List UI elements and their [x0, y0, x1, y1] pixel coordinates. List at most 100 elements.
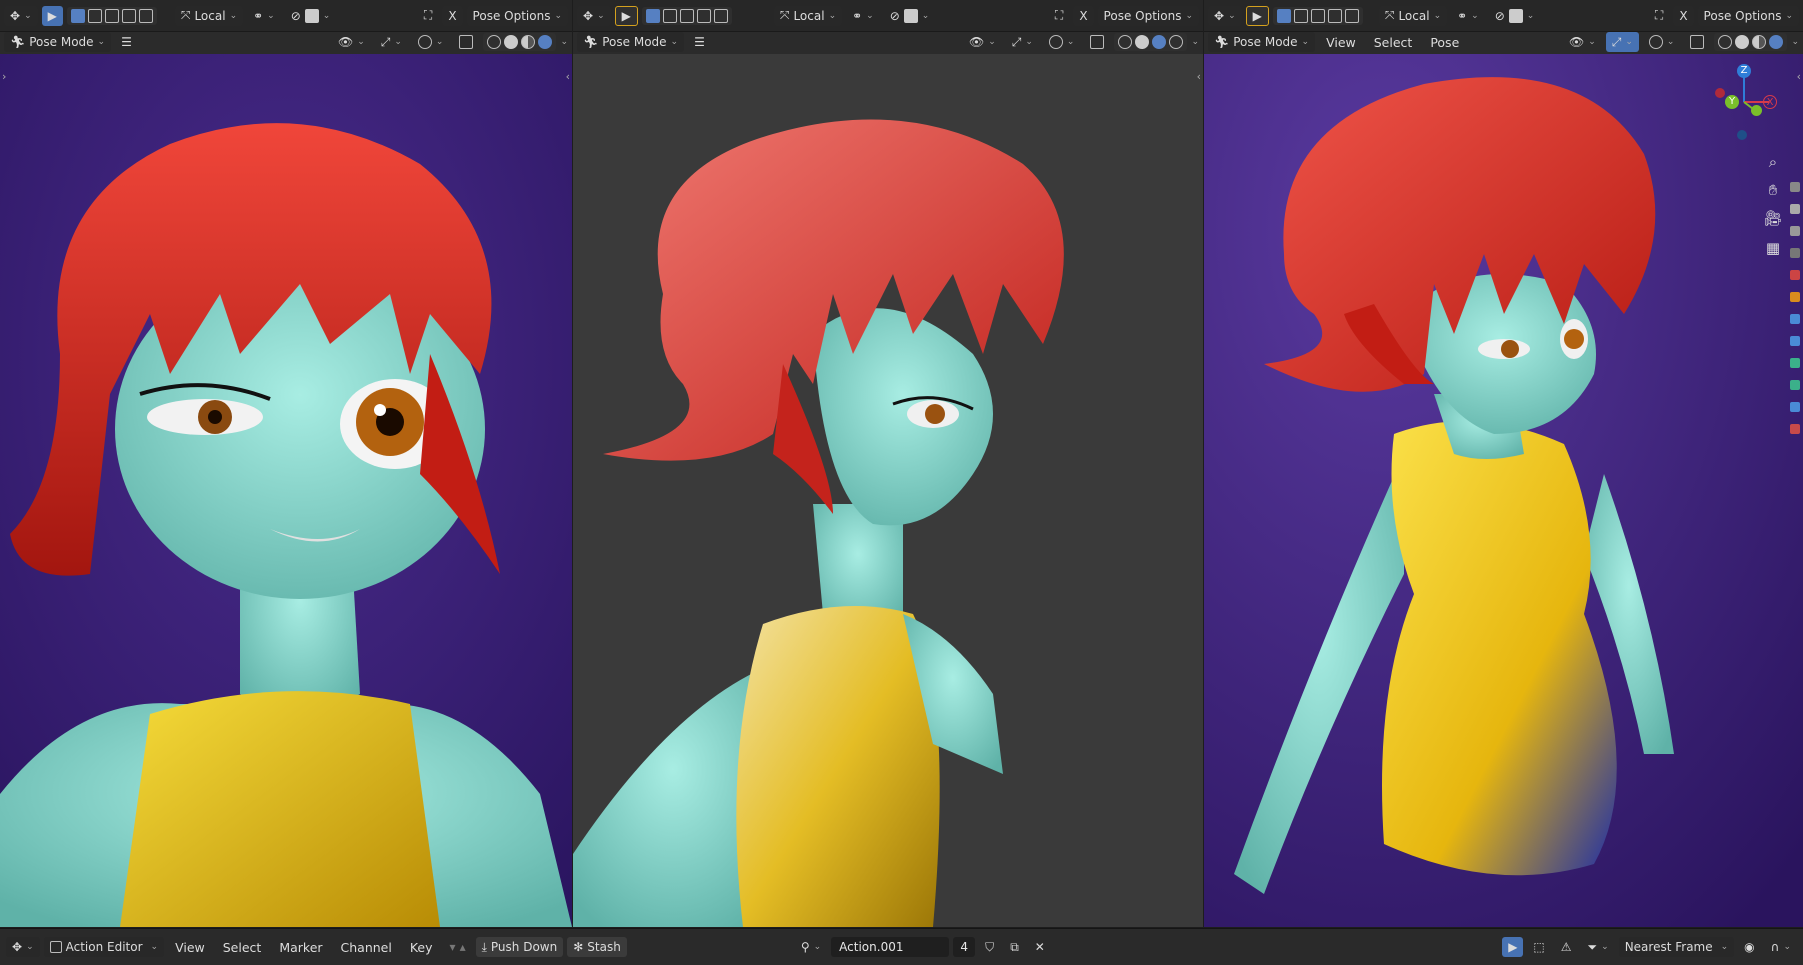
select-extend-icon[interactable]	[662, 8, 677, 23]
xray-shading-toggle[interactable]	[453, 32, 479, 52]
menu-collapse-button[interactable]: ☰	[688, 32, 711, 52]
shading-material-icon[interactable]	[521, 35, 536, 49]
navigation-gizmo[interactable]: Z X Y	[1707, 60, 1781, 144]
action-browse-button[interactable]: ⚲ ⌄	[795, 937, 827, 957]
bone-tab-icon[interactable]	[1790, 380, 1800, 390]
xray-toggle[interactable]: ⛶	[418, 6, 438, 26]
scene-tab-icon[interactable]	[1790, 270, 1800, 280]
visibility-dropdown[interactable]: 👁︎ ⌄	[1563, 32, 1602, 52]
fake-user-toggle[interactable]: ⛉	[979, 937, 1000, 957]
xray-toggle[interactable]: ⛶	[1049, 6, 1069, 26]
only-errors-toggle[interactable]: ⚠	[1555, 937, 1578, 957]
unlink-action-button[interactable]: ✕	[1029, 937, 1051, 957]
gizmo-x-axis[interactable]: X	[1763, 95, 1777, 109]
transform-orientation-dropdown[interactable]: ⤧ Local ⌄	[773, 5, 843, 26]
menu-view[interactable]: View	[168, 940, 212, 955]
transform-orientation-dropdown[interactable]: ⤧ Local ⌄	[1378, 5, 1448, 26]
select-subtract-icon[interactable]	[104, 8, 119, 23]
camera-icon[interactable]: 🎥︎	[1761, 206, 1785, 230]
select-extend-icon[interactable]	[1293, 8, 1308, 23]
select-invert-icon[interactable]	[696, 8, 711, 23]
mode-dropdown[interactable]: 🏃︎ Pose Mode ⌄	[577, 32, 685, 52]
view-layer-tab-icon[interactable]	[1790, 248, 1800, 258]
overlay-dropdown[interactable]: ⌄	[1043, 32, 1081, 52]
only-selected-toggle[interactable]: ▶	[1502, 937, 1524, 957]
menu-pose[interactable]: Pose	[1423, 35, 1466, 50]
snap-toggle[interactable]: ⊘ ⌄	[1489, 6, 1541, 26]
viewport-render[interactable]	[573, 54, 1203, 927]
menu-marker[interactable]: Marker	[272, 940, 329, 955]
overlay-dropdown[interactable]: ⌄	[412, 32, 450, 52]
proportional-edit-toggle[interactable]: ◉	[1738, 937, 1760, 957]
pose-options-dropdown[interactable]: Pose Options ⌄	[466, 5, 568, 26]
shading-wireframe-icon[interactable]	[487, 35, 502, 49]
select-subtract-icon[interactable]	[1310, 8, 1325, 23]
snap-toggle[interactable]: ⊘ ⌄	[884, 6, 936, 26]
gizmo-neg-y-axis[interactable]	[1751, 105, 1762, 116]
stash-button[interactable]: ✻ Stash	[567, 937, 627, 957]
shading-rendered-icon[interactable]	[1769, 35, 1784, 49]
menu-select[interactable]: Select	[216, 940, 269, 955]
pivot-dropdown[interactable]: ⚭ ⌄	[1451, 6, 1485, 26]
viewport-left[interactable]: ✥ ⌄ ▶ ⤧ Local ⌄ ⚭ ⌄ ⊘ ⌄ ⛶ X Pose Options ⌄ 🏃︎ P…	[0, 0, 572, 927]
gizmo-neg-x-axis[interactable]	[1715, 88, 1725, 98]
gizmo-dropdown[interactable]: ⤢ ⌄	[375, 32, 408, 52]
action-users-count[interactable]: 4	[953, 937, 976, 957]
viewport-render[interactable]	[0, 54, 572, 927]
mode-dropdown[interactable]: 🏃︎ Pose Mode ⌄	[4, 32, 112, 52]
gizmo-neg-z-axis[interactable]	[1737, 130, 1747, 140]
shading-wireframe-icon[interactable]	[1118, 35, 1133, 49]
xray-shading-toggle[interactable]	[1084, 32, 1110, 52]
xray-toggle[interactable]: ⛶	[1649, 6, 1669, 26]
select-extend-icon[interactable]	[87, 8, 102, 23]
visibility-dropdown[interactable]: 👁︎ ⌄	[963, 32, 1002, 52]
gizmo-y-axis[interactable]: Y	[1725, 95, 1739, 109]
editor-mode-dropdown[interactable]: Action Editor ⌄	[43, 937, 165, 957]
menu-channel[interactable]: Channel	[334, 940, 399, 955]
layer-prev-button[interactable]: ▾ ▴	[444, 937, 472, 957]
show-hidden-toggle[interactable]: ⬚	[1527, 937, 1550, 957]
select-box-icon[interactable]	[645, 8, 660, 23]
duplicate-action-button[interactable]: ⧉	[1004, 937, 1025, 957]
pivot-dropdown[interactable]: ⚭ ⌄	[247, 6, 281, 26]
modifier-tab-icon[interactable]	[1790, 314, 1800, 324]
select-tool-button[interactable]: ▶	[41, 5, 63, 26]
gizmo-z-axis[interactable]: Z	[1737, 64, 1751, 78]
pivot-dropdown[interactable]: ⚭ ⌄	[846, 6, 880, 26]
sidebar-expand-arrow-icon[interactable]: ‹	[1197, 70, 1201, 83]
pose-options-dropdown[interactable]: Pose Options ⌄	[1097, 5, 1199, 26]
shading-solid-icon[interactable]	[504, 35, 519, 49]
shading-rendered-icon[interactable]	[1169, 35, 1184, 49]
zoom-icon[interactable]: ⌕	[1761, 150, 1785, 174]
snap-mode-dropdown[interactable]: Nearest Frame ⌄	[1618, 937, 1735, 957]
mirror-x-toggle[interactable]: X	[1673, 5, 1694, 26]
texture-tab-icon[interactable]	[1790, 424, 1800, 434]
menu-select[interactable]: Select	[1367, 35, 1420, 50]
action-name-field[interactable]: Action.001	[831, 937, 950, 957]
snap-toggle[interactable]: ⊘ ⌄	[285, 6, 337, 26]
output-tab-icon[interactable]	[1790, 226, 1800, 236]
select-intersect-icon[interactable]	[1344, 8, 1359, 23]
sidebar-expand-arrow-icon[interactable]: ‹	[566, 70, 570, 83]
editor-type-button[interactable]: ✥ ⌄	[1208, 5, 1242, 26]
shading-solid-icon[interactable]	[1735, 35, 1750, 49]
object-tab-icon[interactable]	[1790, 292, 1800, 302]
menu-view[interactable]: View	[1319, 35, 1363, 50]
shading-options-chevron[interactable]: ⌄	[1791, 37, 1799, 47]
shading-options-chevron[interactable]: ⌄	[560, 37, 568, 47]
select-subtract-icon[interactable]	[679, 8, 694, 23]
shading-material-icon[interactable]	[1152, 35, 1167, 49]
sidebar-expand-arrow-icon[interactable]: ‹	[1797, 70, 1801, 83]
shading-options-chevron[interactable]: ⌄	[1191, 37, 1199, 47]
grid-icon[interactable]: ▦	[1761, 236, 1785, 260]
filter-dropdown[interactable]: ⏷ ⌄	[1582, 937, 1615, 957]
select-invert-icon[interactable]	[1327, 8, 1342, 23]
tool-tab-icon[interactable]	[1790, 182, 1800, 192]
editor-type-button[interactable]: ✥ ⌄	[577, 5, 611, 26]
select-invert-icon[interactable]	[121, 8, 136, 23]
data-tab-icon[interactable]	[1790, 358, 1800, 368]
mirror-x-toggle[interactable]: X	[1073, 5, 1094, 26]
visibility-dropdown[interactable]: 👁︎ ⌄	[332, 32, 371, 52]
render-tab-icon[interactable]	[1790, 204, 1800, 214]
select-tool-button[interactable]: ▶	[614, 5, 638, 26]
